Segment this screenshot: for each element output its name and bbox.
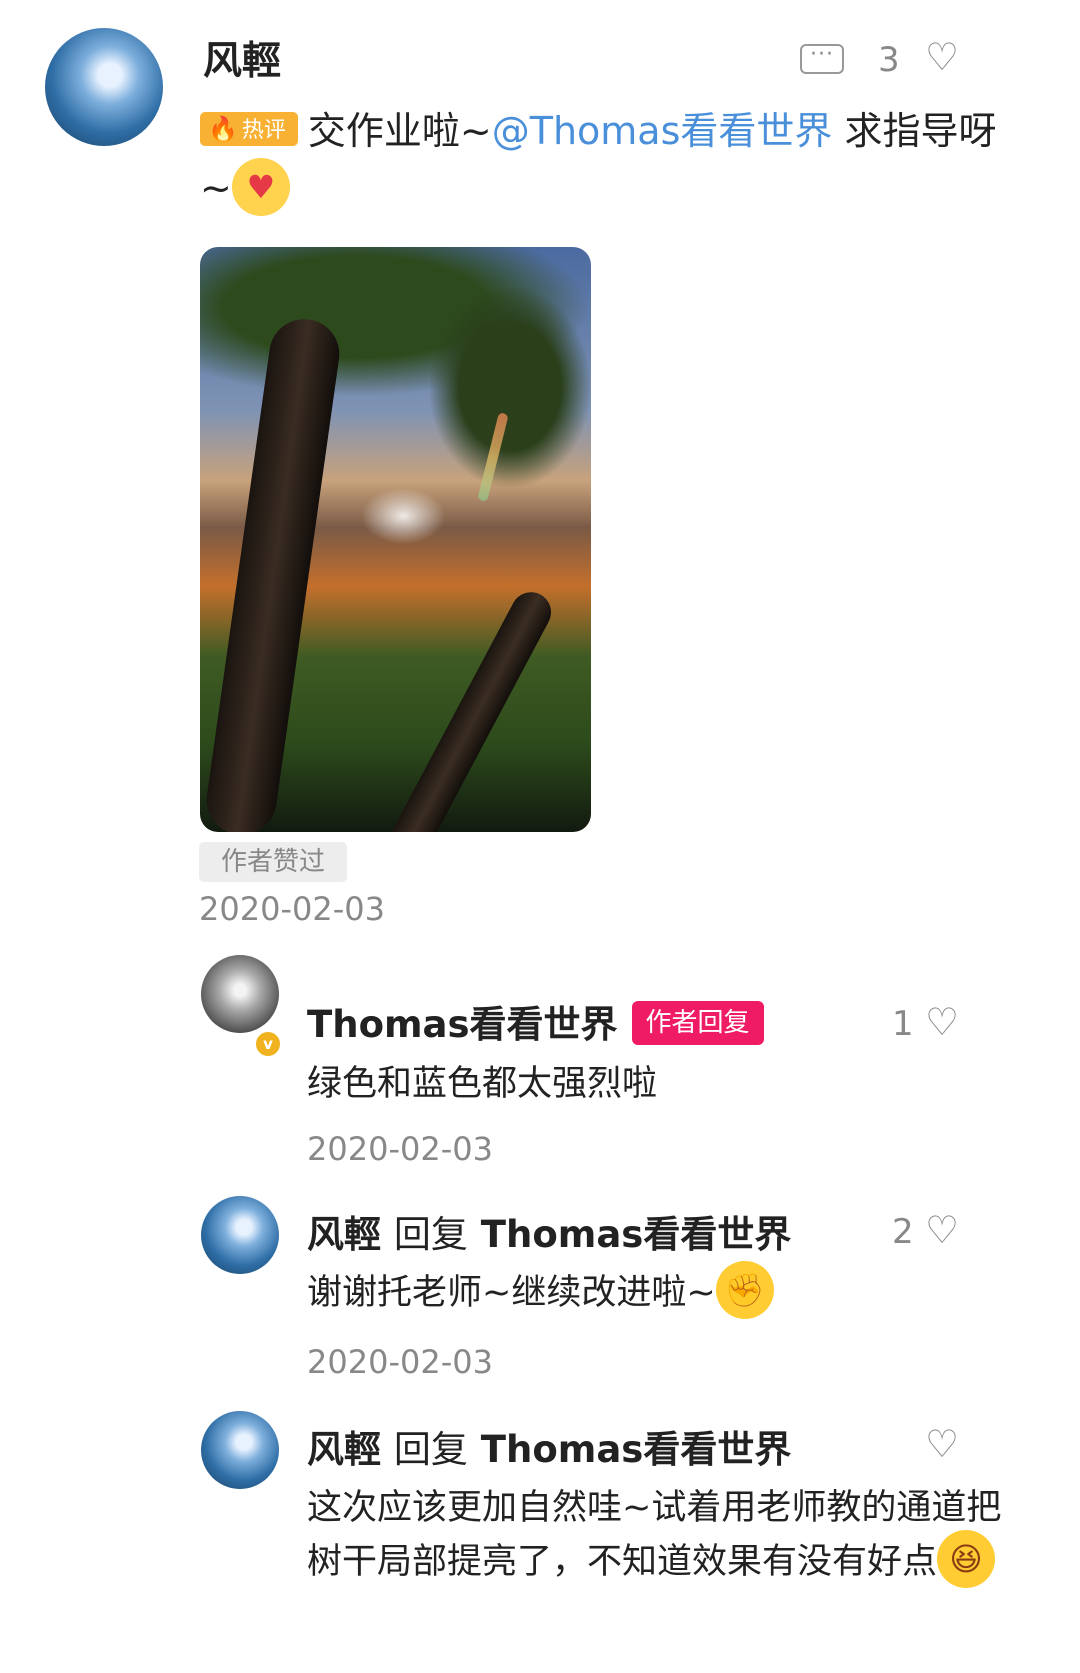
comment-date: 2020-02-03: [199, 890, 385, 928]
avatar[interactable]: [201, 955, 279, 1033]
avatar[interactable]: [201, 1196, 279, 1274]
reply-text: 这次应该更加自然哇~试着用老师教的通道把树干局部提亮了，不知道效果有没有好点 😆: [307, 1482, 1012, 1592]
more-options-icon[interactable]: ···: [800, 44, 844, 74]
author-reply-badge: 作者回复: [631, 1000, 764, 1045]
reply-author[interactable]: 风輕 回复 Thomas看看世界: [307, 1204, 791, 1258]
reply-to-name[interactable]: Thomas看看世界: [481, 1428, 792, 1471]
reply-date: 2020-02-03: [307, 1130, 493, 1168]
comment-thread: 风輕 ··· 3 ♡ 🔥 热评 交作业啦~@Thomas看看世界 求指导呀~ ♥ 作者…: [0, 0, 1080, 1673]
like-count: 3: [878, 40, 900, 80]
reply-author-name[interactable]: Thomas看看世界: [307, 1003, 618, 1046]
laughing-emoji-icon: 😆: [937, 1530, 996, 1588]
like-count: 2: [892, 1212, 914, 1252]
flame-icon: 🔥: [208, 114, 238, 143]
heart-icon[interactable]: ♡: [925, 1425, 959, 1463]
reply-word: 回复: [393, 1428, 468, 1471]
comment-text: 🔥 热评 交作业啦~@Thomas看看世界 求指导呀~ ♥: [200, 103, 1010, 220]
heart-icon[interactable]: ♡: [925, 38, 959, 76]
reply-text-body: 这次应该更加自然哇~试着用老师教的通道把树干局部提亮了，不知道效果有没有好点: [307, 1488, 1002, 1582]
verified-badge-icon: v: [254, 1030, 282, 1058]
reply-to-name[interactable]: Thomas看看世界: [481, 1213, 792, 1256]
reply-text: 绿色和蓝色都太强烈啦: [307, 1064, 658, 1104]
comment-photo[interactable]: [200, 247, 591, 832]
heart-icon[interactable]: ♡: [925, 1211, 959, 1249]
hot-badge-label: 热评: [241, 117, 286, 143]
reply-text-body: 谢谢托老师~继续改进啦~: [307, 1273, 716, 1313]
heart-icon[interactable]: ♡: [925, 1003, 959, 1041]
comment-author[interactable]: 风輕: [203, 30, 281, 86]
reply-date: 2020-02-03: [307, 1343, 493, 1381]
reply-word: 回复: [393, 1213, 468, 1256]
like-count: 1: [892, 1004, 914, 1044]
love-emoji-icon: ♥: [231, 157, 290, 216]
mention-link[interactable]: @Thomas看看世界: [492, 109, 833, 153]
reply-text: 谢谢托老师~继续改进啦~ ✊: [307, 1261, 1012, 1323]
reply-author[interactable]: 风輕 回复 Thomas看看世界: [307, 1419, 791, 1473]
reply-author-name[interactable]: 风輕: [307, 1428, 381, 1471]
avatar[interactable]: [45, 28, 163, 146]
hot-comment-badge: 🔥 热评: [200, 111, 298, 146]
fighting-emoji-icon: ✊: [715, 1261, 774, 1319]
comment-text-start: 交作业啦~: [307, 109, 492, 153]
avatar[interactable]: [201, 1411, 279, 1489]
reply-author[interactable]: Thomas看看世界 作者回复: [307, 994, 764, 1049]
author-liked-tag: 作者赞过: [199, 842, 347, 882]
reply-author-name[interactable]: 风輕: [307, 1213, 381, 1256]
